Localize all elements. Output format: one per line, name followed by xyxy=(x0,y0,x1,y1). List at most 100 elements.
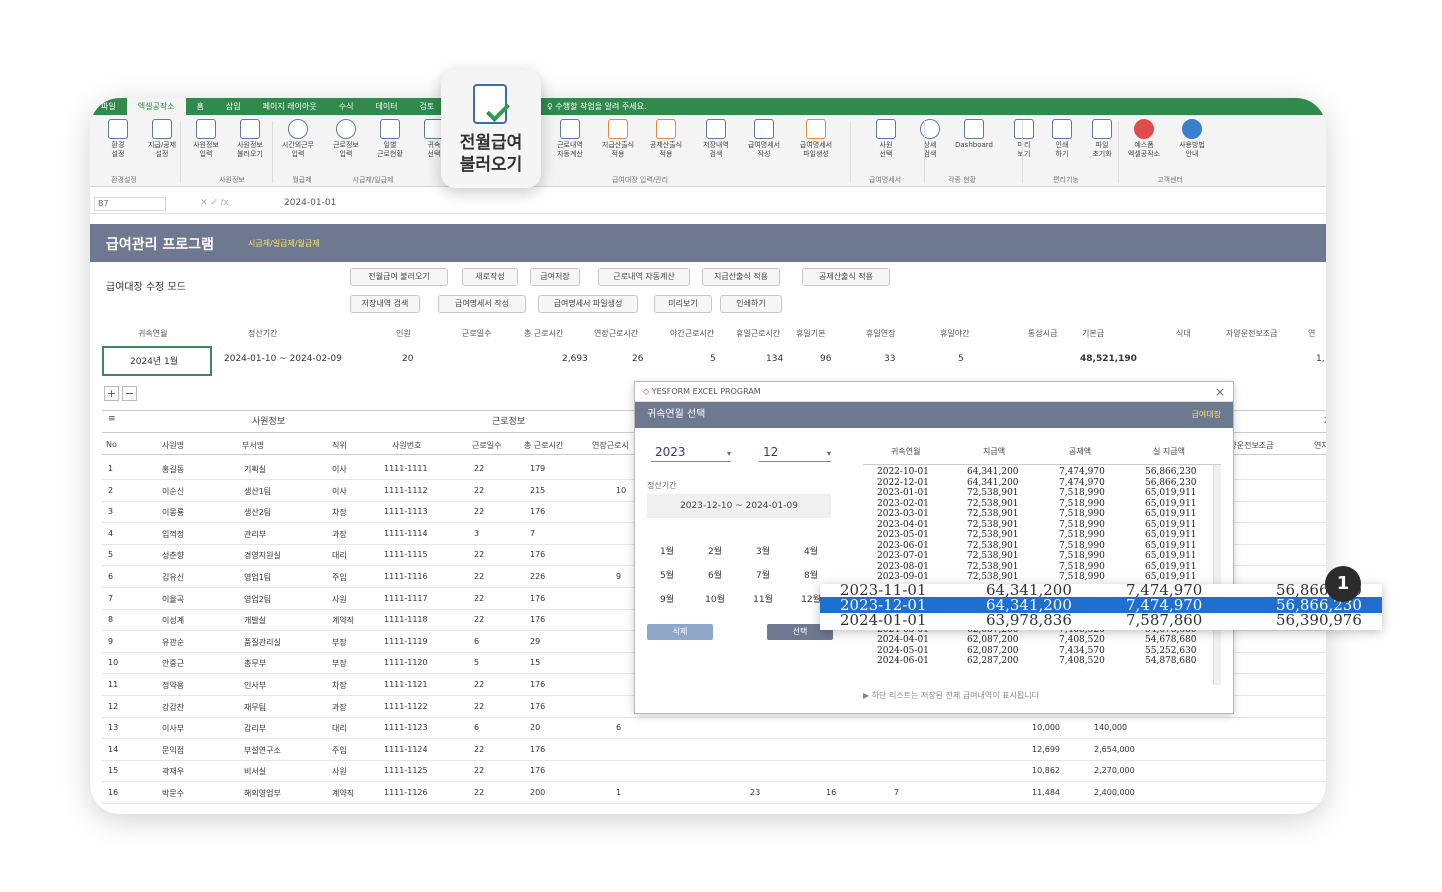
list-row[interactable]: 2023-02-01 72,538,901 7,518,990 65,019,911 xyxy=(863,499,1213,510)
action-button-3[interactable]: 근로내역 자동계산 xyxy=(598,268,690,286)
zoom-row[interactable]: 2024-01-01 63,978,836 7,587,860 56,390,976 xyxy=(820,611,1382,629)
list-scrollbar[interactable] xyxy=(1213,465,1221,685)
cell-ot: 6 xyxy=(616,723,622,733)
year-select[interactable]: 2023 ▾ xyxy=(651,442,731,462)
action-button-7[interactable]: 급여명세서 작성 xyxy=(438,295,526,313)
ribbon-button-4[interactable]: 시간외근무 입력 xyxy=(276,119,320,159)
ribbon-button-11[interactable]: 지급산출식 적용 xyxy=(596,119,640,159)
ribbon-button-label: 급여명세서 파일생성 xyxy=(799,141,833,158)
name-box[interactable]: B7 xyxy=(94,197,166,211)
ribbon-tab[interactable]: 데이터 xyxy=(364,98,408,115)
delete-button[interactable]: 삭제 xyxy=(647,624,713,640)
month-option[interactable]: 10월 xyxy=(701,592,729,605)
action-button-6[interactable]: 저장내역 검색 xyxy=(350,295,420,313)
action-button-9[interactable]: 미리보기 xyxy=(654,295,712,313)
list-row[interactable]: 2023-09-01 72,538,901 7,518,990 65,019,911 xyxy=(863,572,1213,583)
list-row[interactable]: 2023-05-01 72,538,901 7,518,990 65,019,911 xyxy=(863,530,1213,541)
table-row[interactable]: 15 곽재우 비서실 사원 1111-1125 22 176 10,862 2,270,000 xyxy=(102,760,1326,783)
ribbon-tab[interactable]: 페이지 레이아웃 xyxy=(252,98,328,115)
list-row[interactable]: 2022-12-01 64,341,200 7,474,970 56,866,230 xyxy=(863,478,1213,489)
program-title-bar: 급여관리 프로그램 시급제/일급제/월급제 xyxy=(90,224,1326,262)
ribbon-button-5[interactable]: 근로정보 입력 xyxy=(324,119,368,159)
action-button-0[interactable]: 전월급여 불러오기 xyxy=(350,268,448,286)
ribbon-tab[interactable]: 수식 xyxy=(328,98,365,115)
ribbon-tab[interactable]: 홈 xyxy=(186,98,215,115)
action-button-5[interactable]: 공제산출식 적용 xyxy=(802,268,890,286)
list-header: 귀속연월 xyxy=(891,447,921,456)
month-option[interactable]: 2월 xyxy=(701,544,729,557)
action-button-8[interactable]: 급여명세서 파일생성 xyxy=(538,295,638,313)
ribbon-button-17[interactable]: 상세 검색 xyxy=(908,119,952,159)
ribbon-button-18[interactable]: Dashboard xyxy=(952,119,996,150)
ribbon-button-3[interactable]: 사원정보 불러오기 xyxy=(228,119,272,159)
ribbon-button-15[interactable]: 급여명세서 파일생성 xyxy=(794,119,838,159)
table-row[interactable]: 13 이사부 감리부 대리 1111-1123 6 20 6 10,000 140,000 xyxy=(102,717,1326,740)
prev-month-load-callout[interactable]: 전월급여 불러오기 xyxy=(441,70,541,188)
list-row[interactable]: 2024-06-01 62,287,200 7,408,520 54,878,680 xyxy=(863,656,1213,667)
month-option[interactable]: 5월 xyxy=(653,568,681,581)
ribbon-button-10[interactable]: 근로내역 자동계산 xyxy=(548,119,592,159)
ribbon-button-2[interactable]: 사원정보 입력 xyxy=(184,119,228,159)
search-doc-icon xyxy=(706,119,726,139)
month-select[interactable]: 12 ▾ xyxy=(759,442,831,462)
add-row-button[interactable]: + xyxy=(104,386,119,401)
ribbon-button-14[interactable]: 급여명세서 작성 xyxy=(742,119,786,159)
month-option[interactable]: 6월 xyxy=(701,568,729,581)
ribbon-button-22[interactable]: 예스폼 엑셀공작소 xyxy=(1122,119,1166,159)
month-option[interactable]: 4월 xyxy=(797,544,825,557)
ribbon-tab[interactable]: 파일 xyxy=(90,98,127,115)
ribbon-button-6[interactable]: 일별 근로현황 xyxy=(368,119,412,159)
list-cell: 7,434,570 xyxy=(1059,645,1105,656)
remove-row-button[interactable]: − xyxy=(122,386,137,401)
cell-id: 1111-1121 xyxy=(384,680,428,689)
list-row[interactable]: 2023-08-01 72,538,901 7,518,990 65,019,911 xyxy=(863,562,1213,573)
table-settings-icon[interactable]: ≡ xyxy=(108,414,116,424)
dialog-header-right: 급여대장 xyxy=(1191,410,1221,419)
action-button-10[interactable]: 인쇄하기 xyxy=(720,295,782,313)
list-row[interactable]: 2024-05-01 62,087,200 7,434,570 55,252,630 xyxy=(863,646,1213,657)
ribbon-button-16[interactable]: 사원 선택 xyxy=(864,119,908,159)
formula-input[interactable]: 2024-01-01 xyxy=(284,198,336,208)
ribbon-button-label: 사원 선택 xyxy=(879,141,893,158)
cell-days: 22 xyxy=(474,701,485,711)
list-cell: 2023-04-01 xyxy=(877,519,929,530)
ribbon-tab[interactable]: 검토 xyxy=(409,98,446,115)
month-option[interactable]: 7월 xyxy=(749,568,777,581)
ribbon-button-13[interactable]: 저장내역 검색 xyxy=(694,119,738,159)
list-row[interactable]: 2023-03-01 72,538,901 7,518,990 65,019,911 xyxy=(863,509,1213,520)
table-row[interactable]: 16 박문수 해외영업부 계약직 1111-1126 22 200 1 23 16 7 11,484 2… xyxy=(102,782,1326,804)
month-option[interactable]: 9월 xyxy=(653,592,681,605)
cell-hours: 200 xyxy=(530,788,546,797)
ribbon-button-0[interactable]: 환경 설정 xyxy=(96,119,140,159)
list-row[interactable]: 2023-01-01 72,538,901 7,518,990 65,019,911 xyxy=(863,488,1213,499)
list-row[interactable]: 2022-10-01 64,341,200 7,474,970 56,866,230 xyxy=(863,467,1213,478)
ribbon-tab[interactable]: 삽입 xyxy=(215,98,252,115)
list-row[interactable]: 2023-07-01 72,538,901 7,518,990 65,019,911 xyxy=(863,551,1213,562)
list-cell: 2023-05-01 xyxy=(877,530,929,540)
selected-cell[interactable] xyxy=(102,346,212,376)
table-row[interactable]: 14 문익점 부설연구소 주임 1111-1124 22 176 12,699 2,654,00… xyxy=(102,739,1326,761)
ribbon-tab[interactable]: 엑셀공작소 xyxy=(126,98,186,115)
action-button-4[interactable]: 지급산출식 적용 xyxy=(702,268,780,286)
ribbon-tab[interactable]: ♀ 수행할 작업을 알려 주세요. xyxy=(536,98,658,115)
list-row[interactable]: 2023-04-01 72,538,901 7,518,990 65,019,911 xyxy=(863,520,1213,531)
ribbon-button-label: 귀속 선택 xyxy=(427,141,441,158)
period-label: 정산기간 xyxy=(647,481,677,490)
list-row[interactable]: 2023-06-01 72,538,901 7,518,990 65,019,911 xyxy=(863,541,1213,552)
ribbon-button-12[interactable]: 공제산출식 적용 xyxy=(644,119,688,159)
ribbon-button-23[interactable]: 사용방법 안내 xyxy=(1170,119,1214,159)
ribbon-button-label: 환경 설정 xyxy=(111,141,125,158)
close-icon[interactable]: × xyxy=(1215,382,1225,402)
ribbon-button-1[interactable]: 지급/공제 설정 xyxy=(140,119,184,159)
ribbon-button-20[interactable]: 인쇄 하기 xyxy=(1040,119,1084,159)
month-option[interactable]: 3월 xyxy=(749,544,777,557)
month-option[interactable]: 8월 xyxy=(797,568,825,581)
action-button-1[interactable]: 새로작성 xyxy=(462,268,518,286)
month-option[interactable]: 11월 xyxy=(749,592,777,605)
list-row[interactable]: 2024-04-01 62,087,200 7,408,520 54,678,680 xyxy=(863,635,1213,646)
action-button-2[interactable]: 급여저장 xyxy=(530,268,580,286)
cell-name: 안중근 xyxy=(162,659,185,669)
month-option[interactable]: 1월 xyxy=(653,544,681,557)
summary-header: 귀속연월 xyxy=(138,329,168,338)
cell-days: 22 xyxy=(474,788,485,797)
